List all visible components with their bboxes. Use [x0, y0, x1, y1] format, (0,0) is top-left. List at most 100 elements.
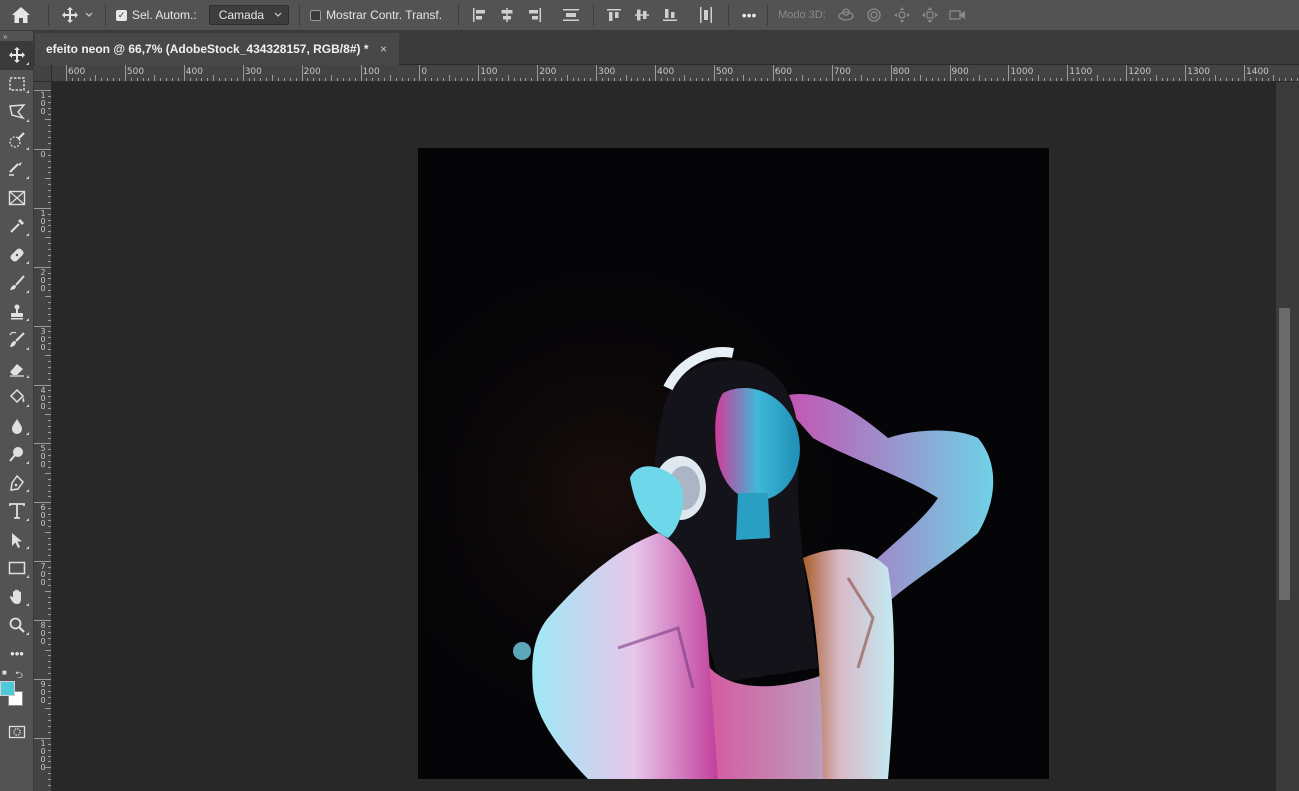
ruler-minor-tick: [849, 78, 851, 81]
slide-3d-camera-button[interactable]: [916, 0, 944, 31]
distribute-horizontal-button[interactable]: [692, 0, 720, 31]
chevron-down-icon: [274, 12, 282, 17]
default-colors-icon[interactable]: ■: [2, 668, 7, 677]
zoom-tool[interactable]: [0, 611, 34, 640]
roll-3d-camera-button[interactable]: [860, 0, 888, 31]
document-tab[interactable]: efeito neon @ 66,7% (AdobeStock_43432815…: [35, 33, 399, 65]
zoom-3d-camera-button[interactable]: [944, 0, 972, 31]
quick-selection-tool[interactable]: [0, 127, 34, 156]
paint-bucket-tool[interactable]: [0, 383, 34, 412]
ruler-minor-tick: [1226, 78, 1228, 81]
ruler-minor-tick: [437, 78, 439, 81]
paint-bucket-icon: [9, 389, 25, 404]
orbit-3d-camera-button[interactable]: [832, 0, 860, 31]
type-tool[interactable]: [0, 497, 34, 526]
pan-3d-camera-button[interactable]: [888, 0, 916, 31]
ruler-minor-tick: [348, 78, 350, 81]
ruler-minor-tick: [48, 637, 51, 639]
auto-select-target-dropdown[interactable]: Camada: [208, 5, 290, 25]
vertical-ruler[interactable]: 10001002003004005006007008009001000: [34, 82, 52, 791]
ruler-minor-tick: [48, 478, 51, 480]
ruler-minor-tick: [819, 78, 821, 81]
ruler-minor-tick: [48, 726, 51, 728]
align-horizontal-center-button[interactable]: [493, 0, 521, 31]
clone-stamp-tool[interactable]: [0, 298, 34, 327]
ruler-minor-tick: [48, 254, 51, 256]
ruler-minor-tick: [48, 496, 51, 498]
more-options-button[interactable]: •••: [735, 0, 763, 31]
ruler-origin[interactable]: [34, 65, 52, 82]
ruler-minor-tick: [48, 625, 51, 627]
ruler-minor-tick: [48, 95, 51, 97]
ruler-minor-tick: [990, 78, 992, 81]
eraser-icon: [10, 363, 24, 377]
hand-tool[interactable]: [0, 583, 34, 612]
ruler-minor-tick: [1155, 75, 1157, 81]
ruler-minor-tick: [855, 78, 857, 81]
dodge-tool[interactable]: [0, 440, 34, 469]
eraser-tool[interactable]: [0, 355, 34, 384]
quick-selection-icon: [9, 131, 25, 148]
horizontal-ruler[interactable]: 600 500 400 300 200 100 0 100 200 300 400 500 600 700…: [52, 65, 1299, 82]
vertical-scrollbar[interactable]: [1276, 82, 1299, 791]
align-left-button[interactable]: [465, 0, 493, 31]
ruler-minor-tick: [1026, 78, 1028, 81]
home-icon: [12, 7, 30, 23]
ruler-minor-tick: [48, 378, 51, 380]
crop-tool[interactable]: [0, 155, 34, 184]
ruler-minor-tick: [113, 78, 115, 81]
align-vertical-center-button[interactable]: [628, 0, 656, 31]
align-top-button[interactable]: [600, 0, 628, 31]
ruler-minor-tick: [236, 78, 238, 81]
quick-mask-button[interactable]: [0, 718, 34, 747]
ruler-minor-tick: [1190, 78, 1192, 81]
ruler-label: 900: [951, 67, 969, 77]
ruler-minor-tick: [984, 78, 986, 81]
ruler-minor-tick: [48, 372, 51, 374]
ruler-minor-tick: [572, 78, 574, 81]
ruler-minor-tick: [101, 78, 103, 81]
eyedropper-tool[interactable]: [0, 212, 34, 241]
ruler-minor-tick: [708, 78, 709, 81]
healing-brush-tool[interactable]: [0, 241, 34, 270]
edit-toolbar-button[interactable]: •••: [0, 640, 34, 669]
distribute-vertical-button[interactable]: [557, 0, 585, 31]
home-button[interactable]: [0, 0, 42, 31]
swap-colors-icon[interactable]: ⮌: [15, 668, 23, 685]
history-brush-tool[interactable]: [0, 326, 34, 355]
path-selection-tool[interactable]: [0, 526, 34, 555]
ruler-minor-tick: [454, 78, 456, 81]
ruler-minor-tick: [501, 78, 503, 81]
blur-tool[interactable]: [0, 412, 34, 441]
tool-preset-picker[interactable]: [55, 6, 99, 24]
dodge-icon: [9, 447, 23, 462]
ruler-minor-tick: [872, 78, 874, 81]
show-transform-controls-checkbox[interactable]: Mostrar Contr. Transf.: [306, 8, 446, 22]
ruler-minor-tick: [761, 78, 763, 81]
ruler-minor-tick: [1255, 78, 1257, 81]
ruler-minor-tick: [884, 78, 886, 81]
auto-select-checkbox[interactable]: ✓ Sel. Autom.:: [112, 8, 201, 22]
ruler-minor-tick: [254, 78, 256, 81]
ruler-minor-tick: [307, 78, 309, 81]
ruler-minor-tick: [48, 696, 51, 698]
close-icon[interactable]: ×: [380, 42, 387, 56]
foreground-color-swatch[interactable]: [0, 681, 15, 696]
move-tool[interactable]: [0, 41, 34, 70]
brush-tool[interactable]: [0, 269, 34, 298]
scrollbar-thumb[interactable]: [1279, 308, 1290, 600]
rectangle-tool[interactable]: [0, 554, 34, 583]
panel-collapse-icon[interactable]: »: [0, 31, 33, 41]
align-bottom-button[interactable]: [656, 0, 684, 31]
rectangular-marquee-tool[interactable]: [0, 70, 34, 99]
polygonal-lasso-tool[interactable]: [0, 98, 34, 127]
ruler-major-tick: [242, 65, 244, 81]
ruler-minor-tick: [1214, 75, 1216, 81]
align-right-button[interactable]: [521, 0, 549, 31]
frame-tool[interactable]: [0, 184, 34, 213]
pen-tool[interactable]: [0, 469, 34, 498]
ruler-minor-tick: [755, 78, 757, 81]
ruler-minor-tick: [1232, 78, 1234, 81]
ruler-minor-tick: [48, 113, 51, 115]
document-canvas-image[interactable]: [418, 148, 1049, 779]
